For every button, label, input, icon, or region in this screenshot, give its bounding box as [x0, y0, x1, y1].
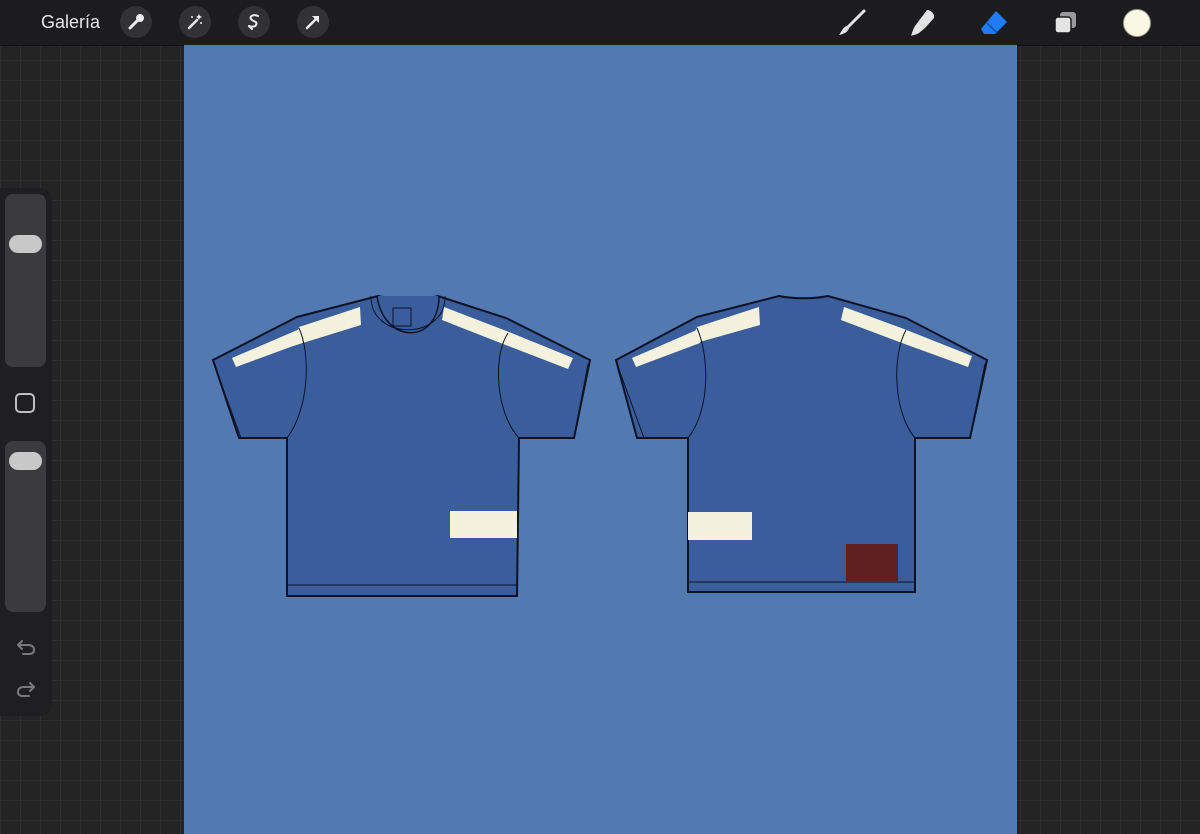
selection-icon: [248, 14, 259, 30]
magic-wand-icon: [187, 14, 202, 30]
modify-square-button[interactable]: [15, 393, 35, 413]
opacity-thumb[interactable]: [9, 452, 42, 471]
opacity-slider[interactable]: [5, 441, 46, 612]
left-sidebar: [0, 188, 52, 716]
brush-tool-button[interactable]: [835, 6, 869, 40]
selection-button[interactable]: [238, 6, 270, 38]
tshirt-artwork: [211, 294, 989, 597]
tshirt-back: [614, 294, 989, 593]
redo-icon: [16, 682, 35, 697]
wrench-icon: [128, 14, 144, 30]
transform-arrow-icon: [305, 16, 319, 30]
gallery-button[interactable]: Galería: [41, 12, 100, 33]
smudge-icon: [911, 10, 935, 36]
adjustments-button[interactable]: [179, 6, 211, 38]
undo-icon: [17, 640, 36, 655]
drawing-canvas[interactable]: [184, 45, 1017, 834]
actions-button[interactable]: [120, 6, 152, 38]
redo-button[interactable]: [14, 677, 38, 701]
top-toolbar: Galería: [0, 0, 1200, 46]
brush-size-slider[interactable]: [5, 194, 46, 367]
eraser-icon: [981, 11, 1007, 34]
transform-button[interactable]: [297, 6, 329, 38]
color-picker-button[interactable]: [1123, 9, 1151, 37]
layers-icon: [1054, 12, 1076, 34]
brush-size-thumb[interactable]: [9, 234, 42, 253]
eraser-tool-button[interactable]: [977, 6, 1011, 40]
undo-button[interactable]: [14, 635, 38, 659]
layers-button[interactable]: [1048, 6, 1082, 40]
smudge-tool-button[interactable]: [906, 6, 940, 40]
tshirt-front: [211, 294, 592, 597]
brush-icon: [839, 9, 866, 35]
